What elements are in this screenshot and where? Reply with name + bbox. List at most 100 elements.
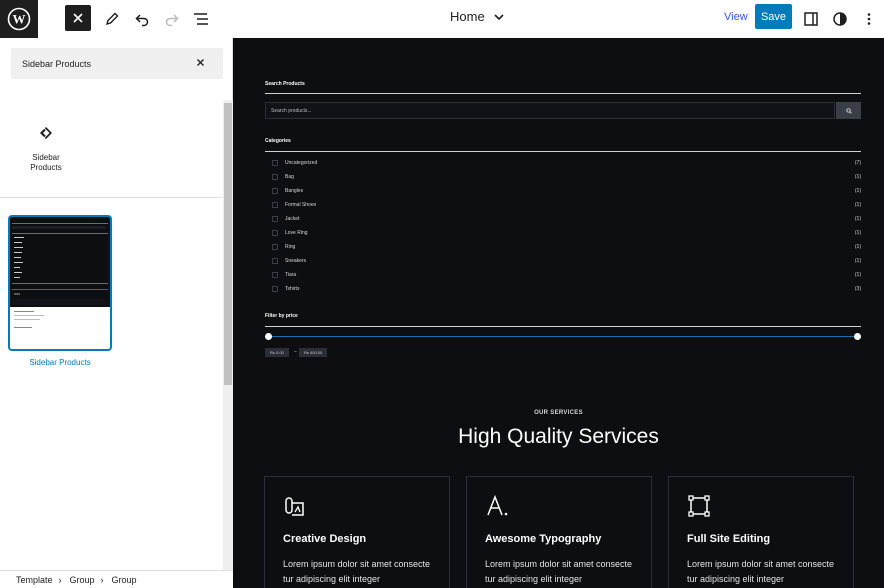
undo-icon (135, 14, 149, 27)
breadcrumb-item[interactable]: Group (70, 575, 95, 585)
design-icon (285, 497, 304, 516)
category-checkbox[interactable] (272, 258, 278, 264)
more-vertical-icon (867, 13, 871, 25)
block-inserter-panel: Sidebar Products Sidebar Products Sideba… (0, 38, 233, 570)
divider (265, 151, 861, 152)
category-row[interactable]: Bag (1) (272, 173, 861, 183)
service-card-text: Lorem ipsum dolor sit amet consecte tur … (485, 559, 633, 584)
document-title[interactable]: Home (450, 9, 505, 24)
price-min-value[interactable]: Rs 0.00 (265, 348, 289, 357)
category-name: Uncategorized (285, 160, 318, 166)
pattern-preview-label: Sidebar Products (29, 358, 91, 367)
chevron-right-icon: › (58, 574, 62, 585)
divider (0, 197, 223, 198)
category-checkbox[interactable] (272, 188, 278, 194)
scrollbar-thumb[interactable] (224, 103, 232, 385)
redo-button[interactable] (160, 7, 184, 31)
inserter-search-input[interactable]: Sidebar Products (11, 48, 223, 79)
block-item-label: Sidebar Products (30, 153, 62, 172)
diamond-icon (40, 126, 52, 140)
editor-toolbar: W Home View Save (0, 0, 884, 38)
category-name: Ring (285, 244, 296, 250)
category-row[interactable]: Uncategorized (7) (272, 159, 861, 169)
breadcrumb-item[interactable]: Template (16, 575, 53, 585)
close-icon (73, 13, 83, 23)
category-count: (1) (854, 174, 861, 180)
price-filter-heading: Filter by price (265, 313, 298, 319)
category-checkbox[interactable] (272, 230, 278, 236)
category-count: (1) (854, 202, 861, 208)
block-item-sidebar-products[interactable]: Sidebar Products (24, 126, 68, 173)
category-name: Sneakers (285, 258, 307, 264)
category-row[interactable]: Tiara (1) (272, 271, 861, 281)
service-card: Full Site Editing Lorem ipsum dolor sit … (668, 476, 854, 588)
clear-search-button[interactable] (196, 56, 205, 70)
category-row[interactable]: Formal Shoes (1) (272, 201, 861, 211)
category-row[interactable]: Sneakers (1) (272, 257, 861, 267)
category-count: (1) (854, 188, 861, 194)
category-count: (1) (854, 258, 861, 264)
category-row[interactable]: Ring (1) (272, 243, 861, 253)
category-name: Bangles (285, 188, 304, 194)
category-count: (7) (854, 160, 861, 166)
service-card-text: Lorem ipsum dolor sit amet consecte tur … (687, 559, 835, 584)
preview-miniature (12, 223, 108, 305)
breadcrumb-item[interactable]: Group (112, 575, 137, 585)
chevron-right-icon: › (100, 574, 104, 585)
service-card-text: Lorem ipsum dolor sit amet consecte tur … (283, 559, 431, 584)
product-search-placeholder: Search products... (271, 107, 312, 114)
divider (265, 93, 861, 94)
search-products-heading: Search Products (265, 81, 305, 87)
divider (265, 326, 861, 327)
editor-canvas[interactable]: Search Products Search products... Categ… (233, 38, 884, 588)
category-checkbox[interactable] (272, 244, 278, 250)
inserter-search-value: Sidebar Products (22, 59, 92, 69)
category-name: Bag (285, 174, 294, 180)
save-button[interactable]: Save (755, 4, 792, 29)
price-slider-min-handle[interactable] (265, 333, 272, 340)
typography-icon (487, 494, 508, 516)
category-checkbox[interactable] (272, 272, 278, 278)
document-overview-button[interactable] (189, 7, 213, 31)
category-name: Jacket (285, 216, 300, 222)
category-row[interactable]: Jacket (1) (272, 215, 861, 225)
styles-button[interactable] (828, 7, 852, 31)
options-menu-button[interactable] (857, 7, 881, 31)
category-count: (1) (854, 272, 861, 278)
edit-tools-button[interactable] (100, 7, 124, 31)
category-row[interactable]: Love Ring (1) (272, 229, 861, 239)
service-card: Awesome Typography Lorem ipsum dolor sit… (466, 476, 652, 588)
price-max-value[interactable]: Rs 400.00 (299, 348, 328, 357)
category-row[interactable]: Bangles (1) (272, 187, 861, 197)
services-eyebrow: OUR SERVICES (534, 410, 583, 416)
category-checkbox[interactable] (272, 216, 278, 222)
product-search-button[interactable] (836, 102, 861, 119)
block-breadcrumb: Template › Group › Group (0, 570, 233, 588)
contrast-icon (833, 12, 847, 26)
category-checkbox[interactable] (272, 202, 278, 208)
category-checkbox[interactable] (272, 174, 278, 180)
settings-panel-button[interactable] (799, 7, 823, 31)
list-view-icon (194, 13, 208, 25)
category-checkbox[interactable] (272, 286, 278, 292)
services-heading: High Quality Services (458, 425, 659, 448)
chevron-down-icon (494, 13, 504, 20)
document-title-text: Home (450, 9, 485, 24)
category-count: (3) (854, 286, 861, 292)
category-row[interactable]: Tshirts (3) (272, 285, 861, 295)
pattern-preview-thumbnail (10, 217, 110, 307)
price-slider-max-handle[interactable] (854, 333, 861, 340)
wordpress-logo-icon[interactable]: W (0, 0, 38, 38)
sidebar-scrollbar[interactable] (223, 100, 233, 570)
category-checkbox[interactable] (272, 160, 278, 166)
category-count: (1) (854, 244, 861, 250)
service-card-title: Creative Design (283, 533, 367, 545)
preview-light-section (14, 311, 44, 328)
pattern-preview[interactable] (8, 215, 112, 351)
close-inserter-button[interactable] (65, 5, 91, 31)
close-icon (197, 59, 204, 66)
product-search-input[interactable]: Search products... (265, 102, 835, 119)
undo-button[interactable] (130, 7, 154, 31)
price-slider-track[interactable] (269, 336, 859, 337)
view-button[interactable]: View (724, 11, 748, 23)
